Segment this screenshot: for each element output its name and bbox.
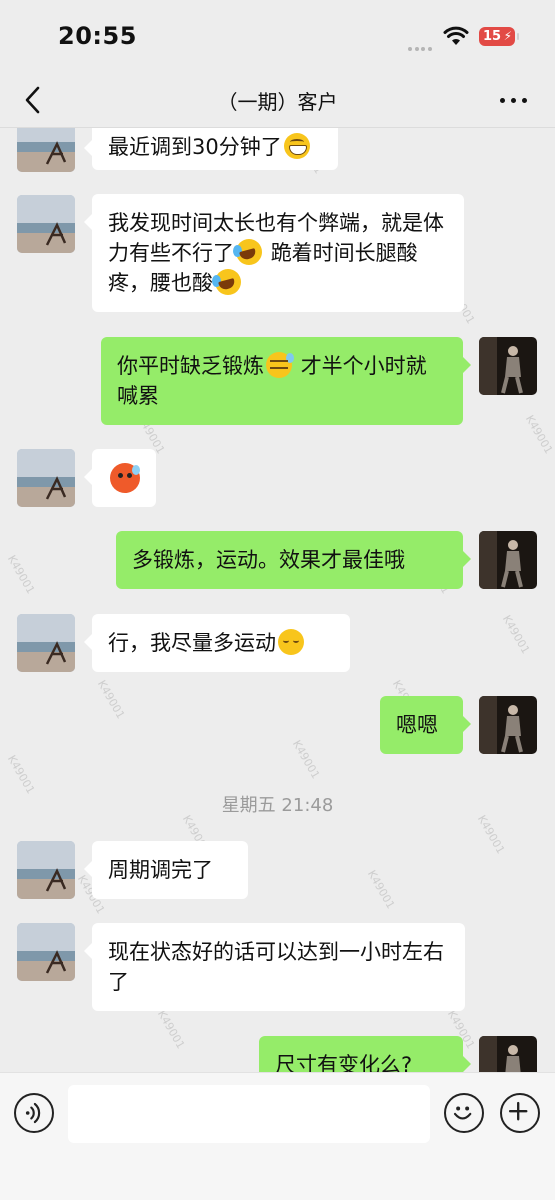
cool-sweat-emoji-icon [266, 352, 294, 378]
message-timestamp: 星期五 21:48 [221, 795, 334, 816]
avatar-photo-image [479, 531, 537, 589]
charging-icon: ⚡ [503, 29, 512, 43]
chat-header: （一期）客户 [0, 72, 555, 128]
user-avatar[interactable] [479, 531, 537, 589]
watermark: K49001 [499, 612, 533, 657]
watermark: K49001 [364, 867, 398, 912]
battery-level: 15 [483, 29, 502, 44]
watermark: K49001 [474, 812, 508, 857]
more-dots-icon [500, 98, 505, 103]
plus-icon [508, 1101, 528, 1121]
message-bubble[interactable]: 你平时缺乏锻炼 才半个小时就喊累 [101, 337, 471, 425]
flushed-sweat-emoji-icon [110, 463, 140, 493]
avatar-photo-image [479, 337, 537, 395]
message-bubble[interactable]: 多锻炼，运动。效果才最佳哦 [116, 531, 471, 589]
avatar-beach-image [17, 128, 75, 172]
avatar-beach-image [17, 449, 75, 507]
avatar-beach-image [17, 841, 75, 899]
message-bubble[interactable]: 行，我尽量多运动 [84, 614, 350, 672]
contact-avatar[interactable] [17, 841, 75, 899]
message-text: 尺寸有变化么? [275, 1053, 413, 1072]
message-text: 现在状态好的话可以达到一小时左右了 [108, 940, 444, 994]
chat-title: （一期）客户 [217, 90, 338, 114]
voice-icon [25, 1102, 41, 1124]
laughing-crying-emoji-icon [212, 269, 241, 295]
emoji-button[interactable] [444, 1093, 484, 1133]
avatar-beach-image [17, 614, 75, 672]
watermark: K49001 [4, 552, 38, 597]
contact-avatar[interactable] [17, 614, 75, 672]
relieved-emoji-icon [278, 629, 304, 655]
watermark: K49001 [154, 1007, 188, 1052]
message-bubble[interactable]: 嗯嗯 [380, 696, 471, 754]
message-bubble[interactable]: 尺寸有变化么? [259, 1036, 471, 1072]
user-avatar[interactable] [479, 696, 537, 754]
watermark: K49001 [289, 737, 323, 782]
message-bubble[interactable]: 周期调完了 [84, 841, 248, 899]
watermark: K49001 [4, 752, 38, 797]
message-text: 行，我尽量多运动 [108, 631, 276, 655]
message-bubble[interactable]: 我发现时间太长也有个弊端，就是体力有些不行了 跪着时间长腿酸疼，腰也酸 [84, 194, 464, 312]
message-input[interactable] [68, 1085, 430, 1143]
message-bubble[interactable]: 最近调到30分钟了 [84, 128, 338, 170]
watermark: K49001 [522, 412, 555, 457]
message-text: 最近调到30分钟了 [108, 135, 282, 159]
contact-avatar[interactable] [17, 449, 75, 507]
voice-button[interactable] [14, 1093, 54, 1133]
battery-indicator: 15 ⚡ [479, 27, 519, 46]
cellular-signal-icon [408, 36, 434, 51]
message-bubble[interactable] [84, 449, 156, 507]
watermark: K49001 [94, 677, 128, 722]
smiley-icon [453, 1106, 472, 1120]
input-bar [0, 1072, 555, 1200]
avatar-beach-image [17, 923, 75, 981]
more-button[interactable] [497, 88, 531, 112]
avatar-photo-image [479, 696, 537, 754]
avatar-beach-image [17, 195, 75, 253]
contact-avatar[interactable] [17, 128, 75, 172]
status-time: 20:55 [58, 22, 137, 50]
message-text: 周期调完了 [108, 858, 213, 882]
user-avatar[interactable] [479, 1036, 537, 1072]
contact-avatar[interactable] [17, 923, 75, 981]
avatar-photo-image [479, 1036, 537, 1072]
contact-avatar[interactable] [17, 195, 75, 253]
laughing-crying-emoji-icon [233, 239, 262, 265]
status-bar: 20:55 15 ⚡ [0, 0, 555, 72]
wifi-icon [443, 25, 469, 47]
message-text: 多锻炼，运动。效果才最佳哦 [132, 548, 405, 572]
user-avatar[interactable] [479, 337, 537, 395]
grin-emoji-icon [283, 133, 310, 159]
message-text: 嗯嗯 [396, 713, 438, 737]
message-text: 你平时缺乏锻炼 [117, 354, 264, 378]
message-bubble[interactable]: 现在状态好的话可以达到一小时左右了 [84, 923, 465, 1011]
more-functions-button[interactable] [500, 1093, 540, 1133]
message-list[interactable]: K49001 K49001 K49001 K49001 K49001 K4900… [0, 128, 555, 1072]
